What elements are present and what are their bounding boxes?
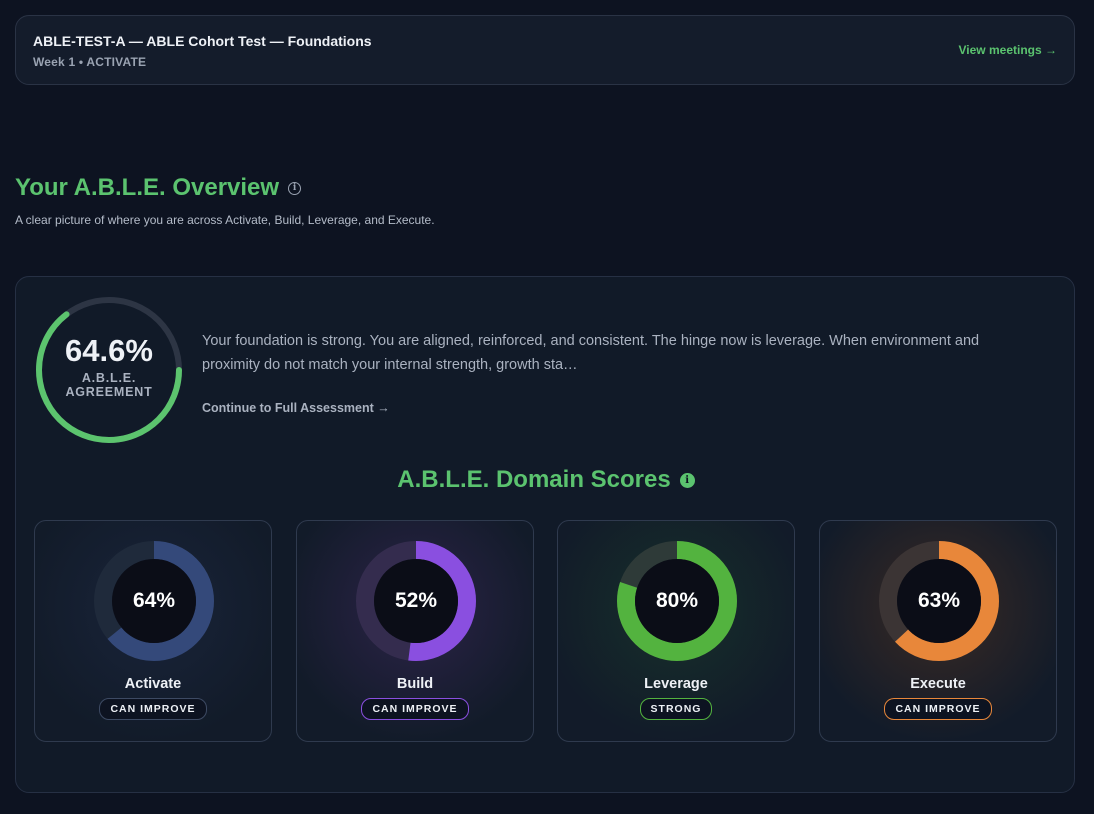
- domain-score-value: 52%: [394, 589, 438, 612]
- status-badge: CAN IMPROVE: [361, 698, 469, 720]
- domain-name: Execute: [910, 676, 966, 692]
- view-meetings-link[interactable]: View meetings →: [959, 43, 1057, 57]
- domain-score-value: 63%: [917, 589, 961, 612]
- status-badge-wrap: STRONG: [558, 698, 794, 720]
- status-badge-wrap: CAN IMPROVE: [820, 698, 1056, 720]
- domain-scores-heading: A.B.L.E. Domain Scores i: [16, 466, 1076, 494]
- status-badge-wrap: CAN IMPROVE: [35, 698, 271, 720]
- domain-scores-title: A.B.L.E. Domain Scores: [397, 466, 671, 493]
- summary-text: Your foundation is strong. You are align…: [202, 333, 980, 373]
- continue-assessment-link[interactable]: Continue to Full Assessment →: [202, 401, 390, 415]
- agreement-label-line1: A.B.L.E.: [81, 371, 137, 385]
- domain-card-build[interactable]: 52% Build CAN IMPROVE: [296, 520, 534, 742]
- status-badge: CAN IMPROVE: [99, 698, 207, 720]
- domain-donut: 80%: [616, 540, 738, 662]
- info-icon[interactable]: i: [679, 472, 695, 488]
- status-badge: STRONG: [639, 698, 713, 720]
- course-subtitle: Week 1 • ACTIVATE: [33, 55, 147, 69]
- overview-heading: Your A.B.L.E. Overview i: [15, 174, 302, 202]
- domain-card-activate[interactable]: 64% Activate CAN IMPROVE: [34, 520, 272, 742]
- course-title: ABLE-TEST-A — ABLE Cohort Test — Foundat…: [33, 33, 372, 49]
- domain-donut: 52%: [355, 540, 477, 662]
- page: ABLE-TEST-A — ABLE Cohort Test — Foundat…: [0, 0, 1094, 814]
- agreement-label: A.B.L.E. AGREEMENT: [65, 371, 152, 399]
- domain-donut: 64%: [93, 540, 215, 662]
- course-header-card: ABLE-TEST-A — ABLE Cohort Test — Foundat…: [15, 15, 1075, 85]
- domain-donut: 63%: [878, 540, 1000, 662]
- overview-subtitle: A clear picture of where you are across …: [15, 213, 435, 227]
- overview-title: Your A.B.L.E. Overview: [15, 174, 280, 201]
- status-badge-wrap: CAN IMPROVE: [297, 698, 533, 720]
- domain-card-leverage[interactable]: 80% Leverage STRONG: [557, 520, 795, 742]
- domain-card-execute[interactable]: 63% Execute CAN IMPROVE: [819, 520, 1057, 742]
- agreement-label-line2: AGREEMENT: [65, 385, 153, 399]
- status-badge: CAN IMPROVE: [884, 698, 992, 720]
- agreement-text: 64.6% A.B.L.E. AGREEMENT: [33, 294, 185, 446]
- domain-score-value: 64%: [132, 589, 176, 612]
- overview-panel: 64.6% A.B.L.E. AGREEMENT Your foundation…: [15, 276, 1075, 793]
- domain-name: Build: [396, 676, 434, 692]
- domain-score-value: 80%: [655, 589, 699, 612]
- agreement-ring: 64.6% A.B.L.E. AGREEMENT: [33, 294, 185, 446]
- domain-name: Activate: [124, 676, 182, 692]
- domain-name: Leverage: [644, 676, 708, 692]
- info-icon[interactable]: i: [288, 181, 302, 195]
- agreement-value: 64.6%: [65, 333, 153, 368]
